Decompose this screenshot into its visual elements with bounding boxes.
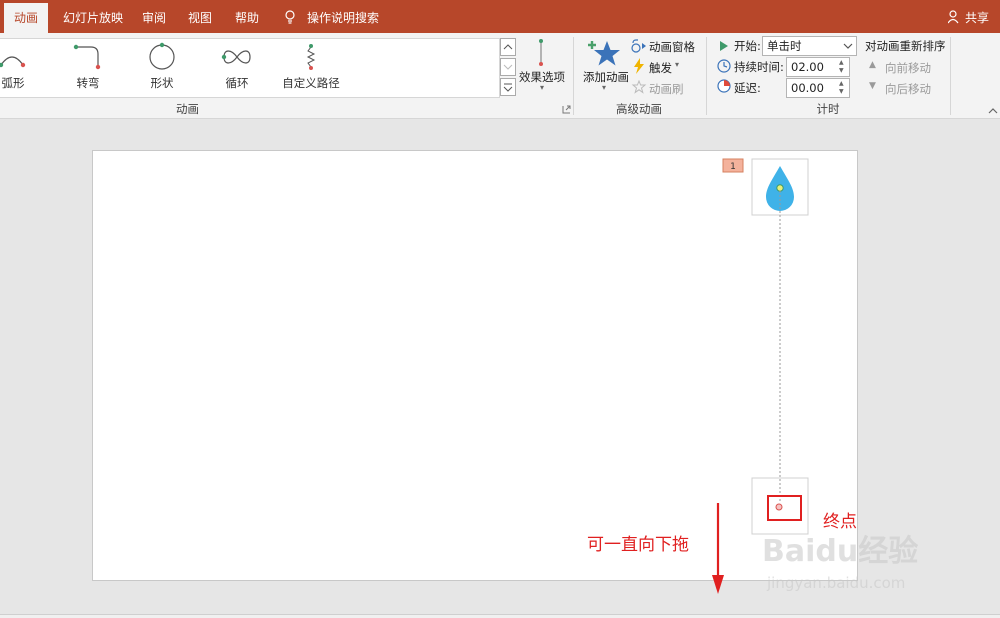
down-arrow-head	[712, 575, 724, 594]
watermark-url: jingyan.baidu.com	[766, 574, 905, 592]
endpoint-highlight-box	[767, 495, 802, 521]
path-start-point[interactable]	[776, 184, 784, 192]
baidu-watermark: Baidu经验 jingyan.baidu.com	[762, 534, 918, 592]
slide-overlay: 1 终点 可一直向下拖 Baidu经验 jingyan.baidu.com	[587, 158, 918, 594]
animation-order-number: 1	[730, 162, 736, 172]
drag-hint-annotation: 可一直向下拖	[587, 535, 689, 555]
watermark-logo: Baidu经验	[762, 534, 918, 569]
endpoint-annotation: 终点	[823, 512, 857, 532]
path-end-point[interactable]	[775, 503, 783, 511]
